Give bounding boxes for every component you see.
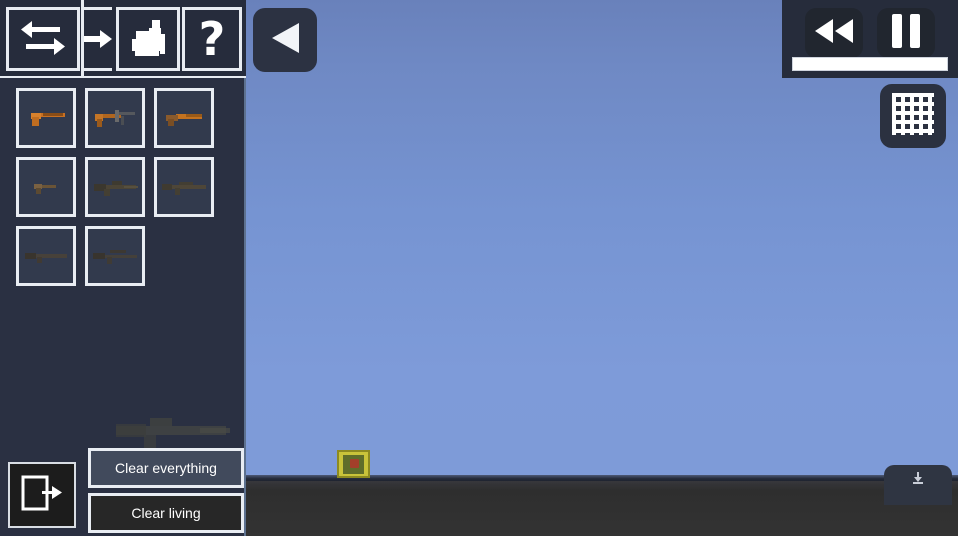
download-icon <box>911 471 925 490</box>
crate-object[interactable] <box>337 450 370 478</box>
timeline-slider[interactable] <box>792 57 948 71</box>
weapon-preview <box>108 408 238 452</box>
weapon-sawed-off[interactable] <box>154 88 214 148</box>
rewind-button[interactable] <box>805 8 863 58</box>
weapon-grid <box>16 88 232 295</box>
carbine-icon <box>159 176 209 198</box>
pistol-icon <box>23 105 69 131</box>
pause-button[interactable] <box>877 8 935 58</box>
help-button[interactable]: ? <box>182 7 242 71</box>
grid-icon <box>892 92 934 140</box>
clear-everything-label: Clear everything <box>115 460 217 476</box>
rifle-icon <box>90 176 140 198</box>
question-mark-icon: ? <box>198 12 226 66</box>
app-root: ? Clear everything Clear living <box>0 0 958 536</box>
grid-toggle-button[interactable] <box>880 84 946 148</box>
clear-everything-button[interactable]: Clear everything <box>88 448 244 488</box>
weapon-shotgun[interactable] <box>16 226 76 286</box>
character-spawn-icon <box>127 18 169 60</box>
weapon-smg[interactable] <box>85 88 145 148</box>
left-sidebar: ? Clear everything Clear living <box>0 0 246 536</box>
triangle-left-icon <box>269 21 301 60</box>
sawed-off-icon <box>162 107 206 129</box>
sniper-icon <box>90 245 140 267</box>
clear-living-label: Clear living <box>131 505 201 521</box>
weapon-sniper[interactable] <box>85 226 145 286</box>
swap-tool-button[interactable] <box>6 7 80 71</box>
revolver-icon <box>26 177 66 197</box>
weapon-revolver[interactable] <box>16 157 76 217</box>
rewind-icon <box>813 18 855 49</box>
exit-button[interactable] <box>8 462 76 528</box>
arrow-right-icon <box>84 30 112 48</box>
weapon-carbine[interactable] <box>154 157 214 217</box>
exit-icon <box>20 473 64 518</box>
playback-panel <box>782 0 958 78</box>
clear-living-button[interactable]: Clear living <box>88 493 244 533</box>
weapon-rifle[interactable] <box>85 157 145 217</box>
sidebar-toolbar: ? <box>0 0 246 78</box>
weapon-pistol[interactable] <box>16 88 76 148</box>
back-button[interactable] <box>253 8 317 72</box>
pause-icon <box>892 13 920 53</box>
shotgun-icon <box>22 246 70 266</box>
download-button[interactable] <box>884 465 952 505</box>
crate-marker <box>350 459 359 468</box>
spawn-character-button[interactable] <box>116 7 180 71</box>
swap-arrows-icon <box>20 19 66 59</box>
smg-icon <box>91 104 139 132</box>
next-tool-button[interactable] <box>84 7 112 71</box>
